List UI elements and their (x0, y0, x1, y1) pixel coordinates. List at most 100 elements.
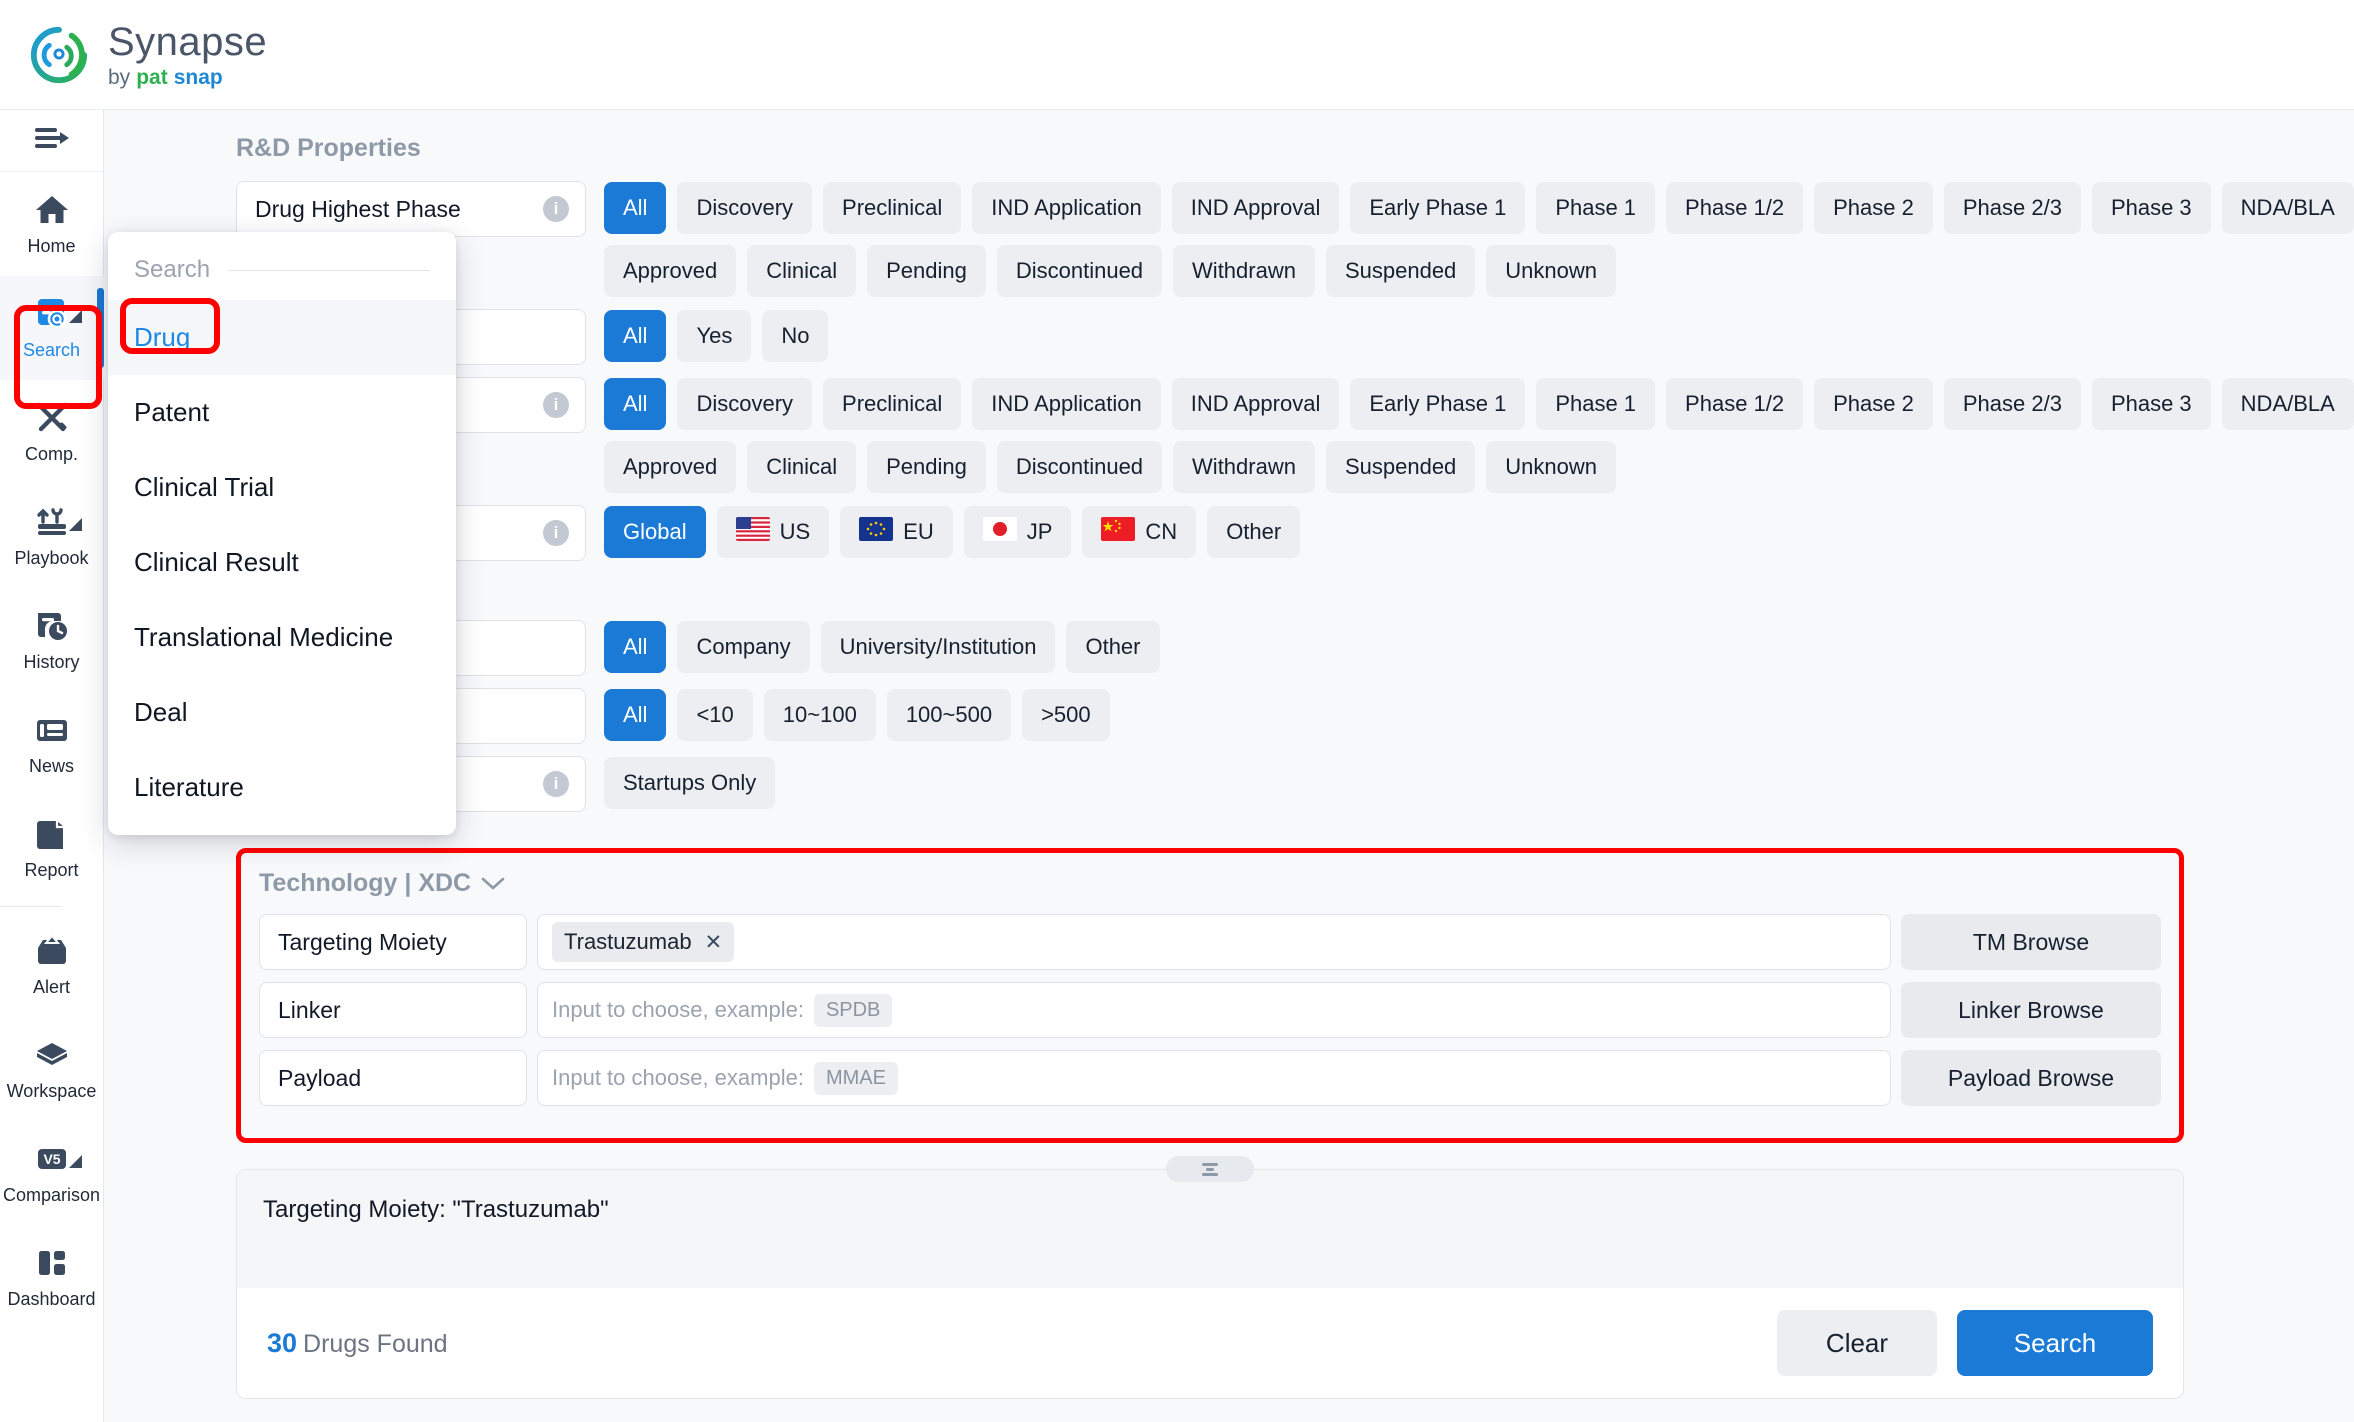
dropdown-item-literature[interactable]: Literature (108, 750, 456, 825)
filter-chip-ind-application[interactable]: IND Application (972, 182, 1161, 234)
filter-chip-100-500[interactable]: 100~500 (886, 689, 1012, 741)
filter-chip-us[interactable]: US (716, 506, 830, 558)
filter-chip-no[interactable]: No (762, 310, 829, 362)
filter-chip-all[interactable]: All (604, 689, 667, 741)
filter-chip-university-institution[interactable]: University/Institution (820, 621, 1056, 673)
filter-chip-withdrawn[interactable]: Withdrawn (1173, 245, 1315, 297)
filter-chip-early-phase-1[interactable]: Early Phase 1 (1350, 182, 1526, 234)
filter-chip-phase-3[interactable]: Phase 3 (2091, 182, 2211, 234)
filter-chip-eu[interactable]: EU (840, 506, 953, 558)
chevron-down-icon[interactable] (481, 869, 505, 898)
filter-chip-jp[interactable]: JP (963, 506, 1072, 558)
filter-chip-discovery[interactable]: Discovery (677, 182, 813, 234)
selected-tag-targeting-moiety[interactable]: Trastuzumab ✕ (552, 922, 735, 962)
browse-button-targeting-moiety[interactable]: TM Browse (1901, 914, 2161, 970)
sidebar-item-alert[interactable]: Alert (0, 913, 104, 1017)
browse-button-payload[interactable]: Payload Browse (1901, 1050, 2161, 1106)
filter-chip-all[interactable]: All (604, 621, 667, 673)
dropdown-item-drug[interactable]: Drug (108, 300, 456, 375)
expand-caret-icon[interactable] (68, 1155, 82, 1168)
filter-chip-ind-application[interactable]: IND Application (972, 378, 1161, 430)
filter-field-name[interactable]: Drug Highest Phase i (236, 181, 586, 237)
sidebar-item-dashboard[interactable]: Dashboard (0, 1225, 104, 1329)
filter-chip-company[interactable]: Company (677, 621, 810, 673)
filter-chip-suspended[interactable]: Suspended (1325, 245, 1476, 297)
info-icon[interactable]: i (543, 771, 569, 797)
info-icon[interactable]: i (543, 520, 569, 546)
sidebar-item-comparison[interactable]: V5 Comparison (0, 1121, 104, 1225)
filter-chip-approved[interactable]: Approved (604, 441, 737, 493)
filter-chip-other[interactable]: Other (1066, 621, 1160, 673)
filter-chip-phase-2-3[interactable]: Phase 2/3 (1943, 378, 2081, 430)
drag-handle-icon[interactable] (1166, 1156, 1254, 1182)
sidebar-collapse-button[interactable] (0, 110, 104, 172)
filter-chip-phase-2[interactable]: Phase 2 (1814, 182, 1933, 234)
filter-chip-nda-bla[interactable]: NDA/BLA (2221, 378, 2354, 430)
filter-chip-approved[interactable]: Approved (604, 245, 737, 297)
sidebar-item-news[interactable]: News (0, 692, 104, 796)
expand-caret-icon[interactable] (68, 310, 82, 323)
sidebar-item-playbook[interactable]: Playbook (0, 484, 104, 588)
filter-chip-all[interactable]: All (604, 378, 667, 430)
filter-chip-discontinued[interactable]: Discontinued (996, 441, 1163, 493)
filter-chip-clinical[interactable]: Clinical (747, 245, 857, 297)
filter-chip-phase-3[interactable]: Phase 3 (2091, 378, 2211, 430)
search-button[interactable]: Search (1957, 1310, 2153, 1376)
filter-chip-nda-bla[interactable]: NDA/BLA (2221, 182, 2354, 234)
technology-input-targeting-moiety[interactable]: Trastuzumab ✕ (537, 914, 1891, 970)
filter-chip-discovery[interactable]: Discovery (677, 378, 813, 430)
filter-chip-pending[interactable]: Pending (867, 441, 986, 493)
sidebar-item-report[interactable]: Report (0, 796, 104, 900)
filter-chip-ind-approval[interactable]: IND Approval (1171, 182, 1340, 234)
filter-chip-preclinical[interactable]: Preclinical (823, 182, 962, 234)
filter-chip-unknown[interactable]: Unknown (1486, 441, 1617, 493)
filter-chip-discontinued[interactable]: Discontinued (996, 245, 1163, 297)
dropdown-item-clinical-result[interactable]: Clinical Result (108, 525, 456, 600)
filter-chip-phase-1[interactable]: Phase 1 (1536, 378, 1656, 430)
expand-caret-icon[interactable] (68, 518, 82, 531)
technology-label-targeting-moiety[interactable]: Targeting Moiety (259, 914, 527, 970)
technology-input-linker[interactable]: Input to choose, example: SPDB (537, 982, 1891, 1038)
filter-chip-other[interactable]: Other (1207, 506, 1301, 558)
filter-chip-phase-1-2[interactable]: Phase 1/2 (1666, 378, 1804, 430)
technology-label-linker[interactable]: Linker (259, 982, 527, 1038)
filter-chip-phase-2-3[interactable]: Phase 2/3 (1943, 182, 2081, 234)
sidebar-item-home[interactable]: Home (0, 172, 104, 276)
filter-chip-unknown[interactable]: Unknown (1486, 245, 1617, 297)
info-icon[interactable]: i (543, 196, 569, 222)
filter-chip-phase-2[interactable]: Phase 2 (1814, 378, 1933, 430)
filter-chip-global[interactable]: Global (604, 506, 706, 558)
sidebar-item-workspace[interactable]: Workspace (0, 1017, 104, 1121)
filter-chip-cn[interactable]: CN (1082, 506, 1197, 558)
filter-chip-all[interactable]: All (604, 182, 667, 234)
filter-chip-early-phase-1[interactable]: Early Phase 1 (1350, 378, 1526, 430)
clear-button[interactable]: Clear (1777, 1310, 1937, 1376)
filter-chip-pending[interactable]: Pending (867, 245, 986, 297)
filter-chip-ind-approval[interactable]: IND Approval (1171, 378, 1340, 430)
sidebar-item-comp[interactable]: Comp. (0, 380, 104, 484)
close-icon[interactable]: ✕ (705, 930, 723, 955)
brand-logo[interactable]: Synapse by pat snap (28, 22, 267, 88)
technology-input-payload[interactable]: Input to choose, example: MMAE (537, 1050, 1891, 1106)
filter-chip-10[interactable]: <10 (677, 689, 753, 741)
info-icon[interactable]: i (543, 392, 569, 418)
filter-chip-10-100[interactable]: 10~100 (763, 689, 876, 741)
filter-chip-withdrawn[interactable]: Withdrawn (1173, 441, 1315, 493)
filter-chip-preclinical[interactable]: Preclinical (823, 378, 962, 430)
sidebar-item-search[interactable]: Search (0, 276, 104, 380)
filter-chip-phase-1-2[interactable]: Phase 1/2 (1666, 182, 1804, 234)
technology-label-payload[interactable]: Payload (259, 1050, 527, 1106)
dropdown-item-translational-medicine[interactable]: Translational Medicine (108, 600, 456, 675)
filter-chip-yes[interactable]: Yes (677, 310, 752, 362)
filter-chip-startups-only[interactable]: Startups Only (604, 757, 776, 809)
sidebar-item-history[interactable]: History (0, 588, 104, 692)
filter-chip-suspended[interactable]: Suspended (1325, 441, 1476, 493)
filter-chip-clinical[interactable]: Clinical (747, 441, 857, 493)
dropdown-item-patent[interactable]: Patent (108, 375, 456, 450)
filter-chip-phase-1[interactable]: Phase 1 (1536, 182, 1656, 234)
dropdown-item-deal[interactable]: Deal (108, 675, 456, 750)
browse-button-linker[interactable]: Linker Browse (1901, 982, 2161, 1038)
filter-chip-all[interactable]: All (604, 310, 667, 362)
filter-chip-500[interactable]: >500 (1022, 689, 1110, 741)
technology-xdc-header[interactable]: Technology | XDC (259, 869, 2161, 898)
